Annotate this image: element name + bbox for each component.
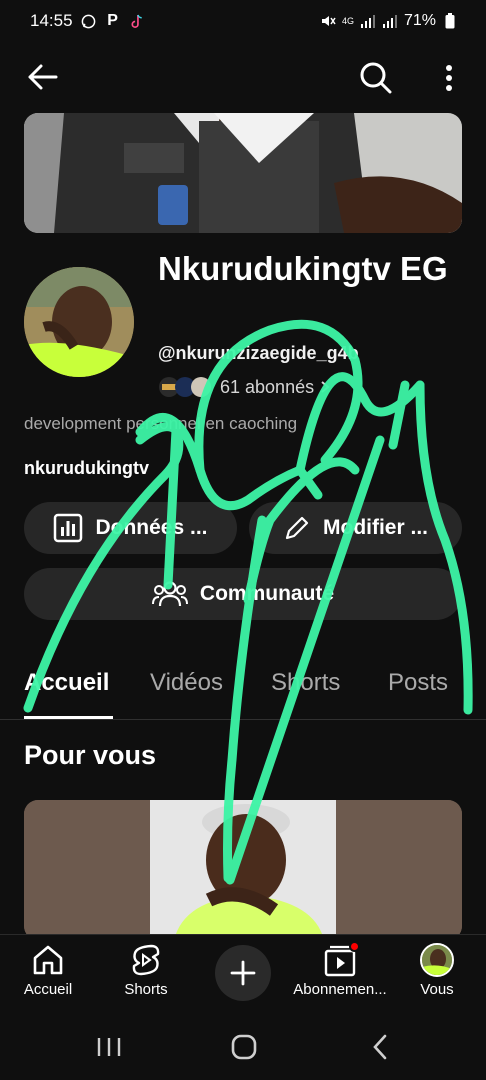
tab-videos[interactable]: Vidéos (150, 669, 223, 697)
video-thumbnail[interactable] (24, 800, 462, 940)
subscriber-count: 61 abonnés (220, 376, 315, 397)
search-button[interactable] (356, 58, 396, 98)
nav-you[interactable]: Vous (387, 943, 486, 998)
nav-shorts-label: Shorts (124, 981, 168, 998)
nav-you-label: Vous (420, 981, 454, 998)
tab-shorts[interactable]: Shorts (271, 669, 340, 697)
channel-link[interactable]: nkurudukingtv (24, 458, 149, 479)
channel-tabs: Accueil Vidéos Shorts Posts (0, 656, 486, 720)
tab-posts[interactable]: Posts (388, 669, 448, 697)
mute-icon (320, 13, 336, 29)
analytics-icon (54, 513, 83, 543)
notification-dot (349, 941, 360, 952)
top-app-bar (0, 48, 486, 106)
home-icon (33, 945, 63, 975)
subscribers-row[interactable]: 61 abonnés (158, 374, 330, 400)
shorts-icon (132, 944, 160, 976)
people-icon (151, 581, 188, 607)
nav-subscriptions[interactable]: Abonnemen... (290, 941, 390, 998)
status-time: 14:55 (30, 11, 73, 30)
parking-app-icon: P (107, 12, 118, 29)
home-circle-icon (231, 1034, 257, 1060)
more-vert-icon (446, 65, 452, 91)
active-tab-indicator (24, 716, 113, 719)
network-type: 4G (341, 15, 354, 26)
edit-channel-button[interactable]: Modifier ... (249, 502, 462, 554)
chevron-right-icon (321, 381, 330, 393)
community-button[interactable]: Communauté (24, 568, 462, 620)
chevron-left-icon (373, 1034, 387, 1060)
battery-percent: 71% (403, 12, 436, 29)
edit-label: Modifier ... (323, 516, 428, 539)
battery-icon (442, 13, 458, 29)
user-avatar (420, 943, 454, 977)
system-navigation (0, 1014, 486, 1080)
nav-subscriptions-label: Abonnemen... (293, 981, 387, 998)
search-icon (360, 62, 392, 94)
home-system-button[interactable] (224, 1030, 264, 1064)
create-button[interactable] (215, 945, 271, 1001)
recent-apps-icon (97, 1038, 121, 1056)
nav-home-label: Accueil (23, 981, 73, 998)
plus-icon (230, 960, 256, 986)
subscriber-avatars (158, 376, 214, 398)
community-label: Communauté (199, 582, 335, 605)
status-bar: 14:55 P 4G 71% (0, 0, 486, 42)
signal-icon (360, 13, 376, 29)
nav-home[interactable]: Accueil (0, 943, 98, 998)
channel-description[interactable]: development personnel en caoching (24, 414, 297, 434)
system-back-button[interactable] (360, 1030, 400, 1064)
signal-icon-2 (382, 13, 398, 29)
bottom-navigation: Accueil Shorts Abonnemen... Vous (0, 934, 486, 1014)
arrow-back-icon (28, 64, 58, 90)
section-title: Pour vous (24, 740, 157, 770)
tiktok-icon (129, 13, 145, 29)
channel-handle: @nkurunzizaegide_g4b (158, 343, 359, 363)
analytics-button[interactable]: Données ... (24, 502, 237, 554)
recent-apps-button[interactable] (89, 1030, 129, 1064)
tab-accueil[interactable]: Accueil (24, 669, 109, 697)
back-button[interactable] (22, 60, 62, 94)
pencil-icon (285, 516, 309, 540)
channel-name: Nkurudukingtv EG (158, 250, 448, 287)
channel-banner (24, 113, 462, 233)
analytics-label: Données ... (95, 516, 208, 539)
channel-avatar[interactable] (24, 267, 134, 377)
whatsapp-icon (81, 13, 97, 29)
nav-shorts[interactable]: Shorts (96, 943, 196, 998)
more-options-button[interactable] (434, 58, 464, 98)
